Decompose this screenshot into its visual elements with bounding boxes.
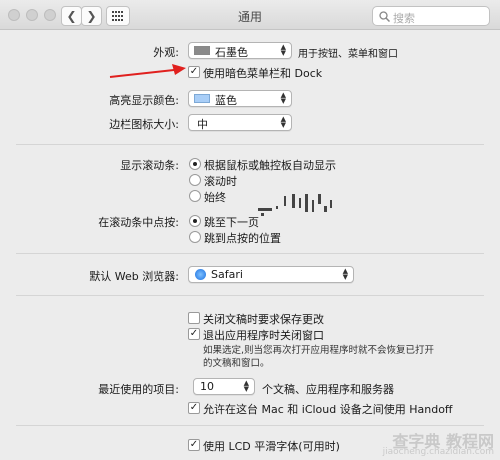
highlight-value: 蓝色 [215,94,237,107]
search-placeholder: 搜索 [393,12,415,25]
click-next-page-label: 跳至下一页 [204,216,259,229]
scrollbars-label: 显示滚动条: [120,159,179,172]
close-windows-checkbox[interactable]: ✓ [188,328,200,340]
search-field[interactable]: 搜索 [372,6,490,26]
zoom-window-button[interactable] [44,9,56,21]
appearance-value: 石墨色 [215,46,248,59]
handoff-checkbox[interactable]: ✓ [188,402,200,414]
minimize-window-button[interactable] [26,9,38,21]
popup-arrows-icon: ▲ ▼ [280,115,286,129]
safari-icon [195,269,206,280]
scrollbars-always-radio[interactable] [189,190,201,202]
separator [16,425,484,426]
window-title: 通用 [237,10,262,24]
separator [16,144,484,145]
watermark-url: jiaocheng.chazidian.com [382,447,494,457]
appearance-hint: 用于按钮、菜单和窗口 [298,49,398,60]
ask-save-checkbox[interactable] [188,312,200,324]
back-button[interactable]: ❮ [61,6,82,26]
click-spot-radio[interactable] [189,231,201,243]
recent-count-popup[interactable]: 10 ▲ ▼ [193,378,255,395]
click-scrollbar-label: 在滚动条中点按: [98,216,179,229]
sidebar-icon-label: 边栏图标大小: [109,118,179,131]
ask-save-label: 关闭文稿时要求保存更改 [203,313,324,326]
highlight-label: 高亮显示颜色: [109,94,179,107]
close-window-button[interactable] [8,9,20,21]
scrollbars-scrolling-label: 滚动时 [204,175,237,188]
popup-arrows-icon: ▲ ▼ [280,43,286,57]
chevron-right-icon: ❯ [86,9,97,23]
search-icon [379,11,390,22]
close-windows-note: 如果选定,则当您再次打开应用程序时就不会恢复已打开的文稿和窗口。 [203,345,435,369]
lcd-label: 使用 LCD 平滑字体(可用时) [203,440,340,453]
lcd-checkbox[interactable]: ✓ [188,439,200,451]
popup-arrows-icon: ▲ ▼ [243,379,249,393]
window-titlebar: ❮ ❯ 通用 搜索 [0,0,500,30]
popup-arrows-icon: ▲ ▼ [342,267,348,281]
separator [16,295,484,296]
separator [16,253,484,254]
scrollbars-always-label: 始终 [204,191,226,204]
dark-menu-label: 使用暗色菜单栏和 Dock [203,67,323,80]
popup-arrows-icon: ▲ ▼ [280,91,286,105]
scrollbars-scrolling-radio[interactable] [189,174,201,186]
handoff-label: 允许在这台 Mac 和 iCloud 设备之间使用 Handoff [203,403,453,416]
forward-button[interactable]: ❯ [81,6,102,26]
sidebar-icon-popup[interactable]: 中 ▲ ▼ [188,114,292,131]
browser-value: Safari [211,268,243,281]
click-spot-label: 跳到点按的位置 [204,232,281,245]
click-next-page-radio[interactable] [189,215,201,227]
browser-popup[interactable]: Safari ▲ ▼ [188,266,354,283]
graphite-swatch [194,46,210,55]
browser-label: 默认 Web 浏览器: [89,270,179,283]
close-windows-label: 退出应用程序时关闭窗口 [203,329,324,342]
recent-label: 最近使用的项目: [98,383,179,396]
red-arrow-annotation [109,64,186,78]
highlight-popup[interactable]: 蓝色 ▲ ▼ [188,90,292,107]
appearance-label: 外观: [153,46,179,59]
grid-icon [112,11,123,21]
sidebar-icon-value: 中 [197,118,208,131]
blue-swatch [194,94,210,103]
recent-value: 10 [200,380,214,393]
chevron-left-icon: ❮ [66,9,77,23]
dark-menu-checkbox[interactable]: ✓ [188,66,200,78]
scrollbars-auto-radio[interactable] [189,158,201,170]
appearance-popup[interactable]: 石墨色 ▲ ▼ [188,42,292,59]
recent-suffix: 个文稿、应用程序和服务器 [262,383,394,396]
scrollbars-auto-label: 根据鼠标或触控板自动显示 [204,159,336,172]
show-all-button[interactable] [106,6,130,26]
